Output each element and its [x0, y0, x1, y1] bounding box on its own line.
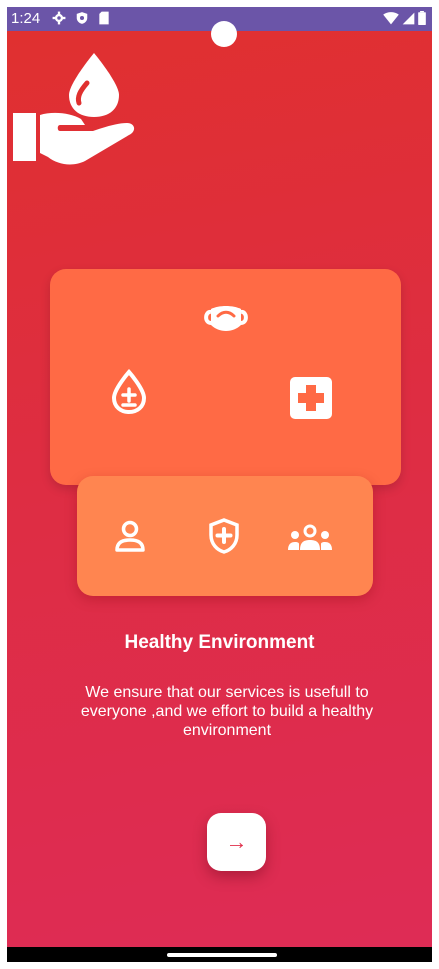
blood-drop-plus-minus-icon [111, 369, 147, 415]
status-icons-right [383, 11, 426, 25]
sd-card-icon [99, 11, 109, 25]
status-icons-left [52, 11, 110, 25]
navigation-bar [7, 947, 432, 962]
battery-icon [418, 11, 426, 25]
onboarding-description: We ensure that our services is usefull t… [80, 684, 374, 739]
features-card [50, 269, 401, 485]
home-gesture-handle[interactable] [167, 953, 277, 957]
status-time: 1:24 [11, 10, 41, 27]
wifi-icon [383, 11, 399, 24]
people-card [77, 476, 373, 596]
blood-drop-hand-icon [13, 53, 135, 165]
arrow-right-icon: → [225, 829, 248, 854]
group-icon [288, 524, 332, 550]
first-aid-icon [290, 377, 332, 419]
next-button[interactable]: → [207, 813, 266, 871]
face-mask-icon [204, 306, 248, 331]
onboarding-title: Healthy Environment [124, 632, 315, 653]
shield-cross-icon [209, 518, 239, 554]
camera-cutout [211, 21, 237, 47]
screen: 1:24 Healthy Environment We ensure that … [7, 7, 432, 962]
shield-icon [76, 12, 88, 24]
person-icon [115, 520, 145, 552]
signal-icon [402, 12, 415, 24]
settings-icon [52, 11, 66, 25]
